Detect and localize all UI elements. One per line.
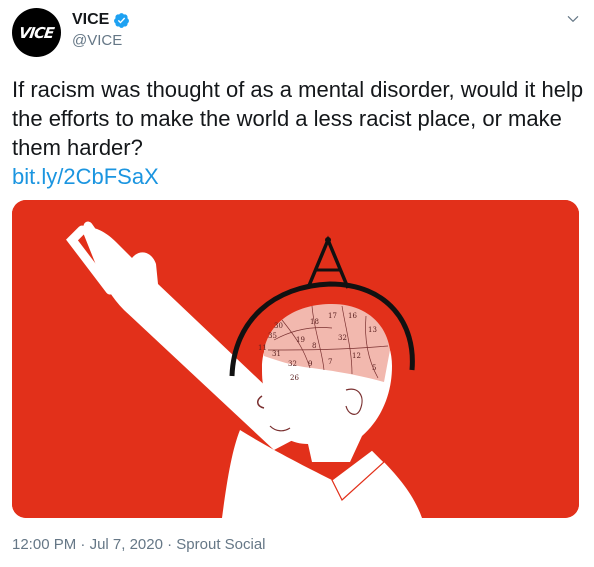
svg-text:30: 30	[274, 322, 283, 330]
tweet-source[interactable]: Sprout Social	[176, 536, 265, 553]
svg-text:16: 16	[348, 312, 357, 320]
svg-text:32: 32	[338, 334, 347, 342]
author-display-name[interactable]: VICE	[72, 11, 109, 29]
tweet-media-image[interactable]: 17 16 18 30 35 19 11 13 32 12 7 8 31 9 32 5 26	[12, 200, 579, 518]
svg-text:19: 19	[296, 336, 305, 344]
svg-text:26: 26	[290, 374, 299, 382]
svg-text:35: 35	[268, 332, 277, 340]
svg-text:5: 5	[372, 364, 376, 372]
chevron-down-icon[interactable]	[566, 12, 580, 26]
author-name-row: VICE	[72, 11, 130, 29]
svg-text:8: 8	[312, 342, 316, 350]
svg-text:13: 13	[368, 326, 377, 334]
tweet-link[interactable]: bit.ly/2CbFSaX	[12, 162, 159, 191]
vice-logo: VICE	[18, 23, 55, 42]
tweet-meta: 12:00 PM · Jul 7, 2020 · Sprout Social	[12, 536, 266, 553]
tweet-card: VICE VICE @VICE If racism was thought of…	[0, 0, 594, 567]
svg-text:12: 12	[352, 352, 361, 360]
svg-text:17: 17	[328, 312, 337, 320]
svg-text:32: 32	[288, 360, 297, 368]
meta-separator: ·	[76, 536, 90, 553]
avatar[interactable]: VICE	[12, 8, 61, 57]
svg-text:9: 9	[308, 360, 312, 368]
svg-text:11: 11	[258, 344, 267, 352]
tweet-time[interactable]: 12:00 PM	[12, 536, 76, 553]
illustration: 17 16 18 30 35 19 11 13 32 12 7 8 31 9 32 5 26	[12, 200, 579, 518]
svg-text:18: 18	[310, 318, 319, 326]
svg-text:31: 31	[272, 350, 281, 358]
tweet-date[interactable]: Jul 7, 2020	[90, 536, 163, 553]
meta-separator: ·	[162, 536, 177, 553]
verified-badge-icon	[114, 12, 130, 28]
svg-text:7: 7	[328, 358, 332, 366]
author-handle[interactable]: @VICE	[72, 32, 122, 49]
tweet-text: If racism was thought of as a mental dis…	[12, 77, 584, 160]
